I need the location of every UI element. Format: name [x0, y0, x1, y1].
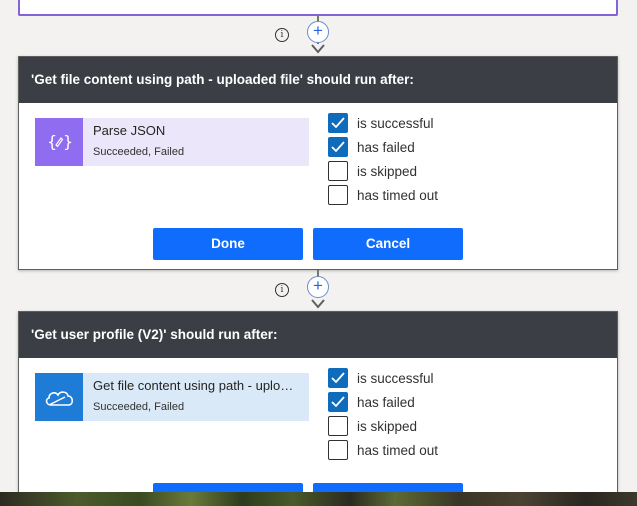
action-name: Get file content using path - uploaded f…	[93, 378, 299, 393]
checkbox-label: has timed out	[357, 442, 439, 458]
checkbox[interactable]	[328, 113, 348, 133]
option-has-timed-out[interactable]: has timed out	[328, 183, 438, 207]
checkbox-label: is successful	[357, 370, 434, 386]
action-tile[interactable]: Get file content using path - uploaded f…	[35, 373, 309, 421]
done-button[interactable]: Done	[153, 228, 303, 260]
checkbox-label: has failed	[357, 139, 415, 155]
svg-text:}: }	[63, 132, 72, 151]
insert-step-button[interactable]: +	[307, 276, 329, 298]
checkbox[interactable]	[328, 161, 348, 181]
checkbox-label: has failed	[357, 394, 415, 410]
option-is-successful[interactable]: is successful	[328, 366, 438, 390]
option-has-failed[interactable]: has failed	[328, 390, 438, 414]
run-after-options: is successful has failed is skipped has …	[328, 111, 438, 207]
checkbox-label: is skipped	[357, 418, 418, 434]
info-icon[interactable]: i	[275, 28, 289, 42]
action-status: Succeeded, Failed	[93, 146, 185, 158]
option-has-failed[interactable]: has failed	[328, 135, 438, 159]
option-is-skipped[interactable]: is skipped	[328, 159, 438, 183]
checkbox[interactable]	[328, 440, 348, 460]
action-status: Succeeded, Failed	[93, 401, 185, 413]
checkbox-label: has timed out	[357, 187, 439, 203]
checkbox-label: is successful	[357, 115, 434, 131]
arrow-down-icon	[311, 299, 325, 309]
checkbox[interactable]	[328, 368, 348, 388]
action-name: Parse JSON	[93, 123, 166, 138]
json-braces-icon: { }	[35, 118, 83, 166]
arrow-down-icon	[311, 44, 325, 54]
checkbox[interactable]	[328, 392, 348, 412]
card-header: 'Get user profile (V2)' should run after…	[19, 312, 617, 358]
action-tile[interactable]: { } Parse JSON Succeeded, Failed	[35, 118, 309, 166]
background-photo-strip	[0, 492, 637, 506]
checkbox-label: is skipped	[357, 163, 418, 179]
option-has-timed-out[interactable]: has timed out	[328, 438, 438, 462]
checkbox[interactable]	[328, 137, 348, 157]
run-after-card: 'Get user profile (V2)' should run after…	[18, 311, 618, 506]
previous-card-bottom	[18, 0, 618, 16]
checkbox[interactable]	[328, 185, 348, 205]
info-icon[interactable]: i	[275, 283, 289, 297]
run-after-options: is successful has failed is skipped has …	[328, 366, 438, 462]
onedrive-cloud-icon	[35, 373, 83, 421]
card-header: 'Get file content using path - uploaded …	[19, 57, 617, 103]
cancel-button[interactable]: Cancel	[313, 228, 463, 260]
svg-text:{: {	[47, 132, 57, 151]
option-is-skipped[interactable]: is skipped	[328, 414, 438, 438]
run-after-card: 'Get file content using path - uploaded …	[18, 56, 618, 270]
insert-step-button[interactable]: +	[307, 21, 329, 43]
option-is-successful[interactable]: is successful	[328, 111, 438, 135]
checkbox[interactable]	[328, 416, 348, 436]
